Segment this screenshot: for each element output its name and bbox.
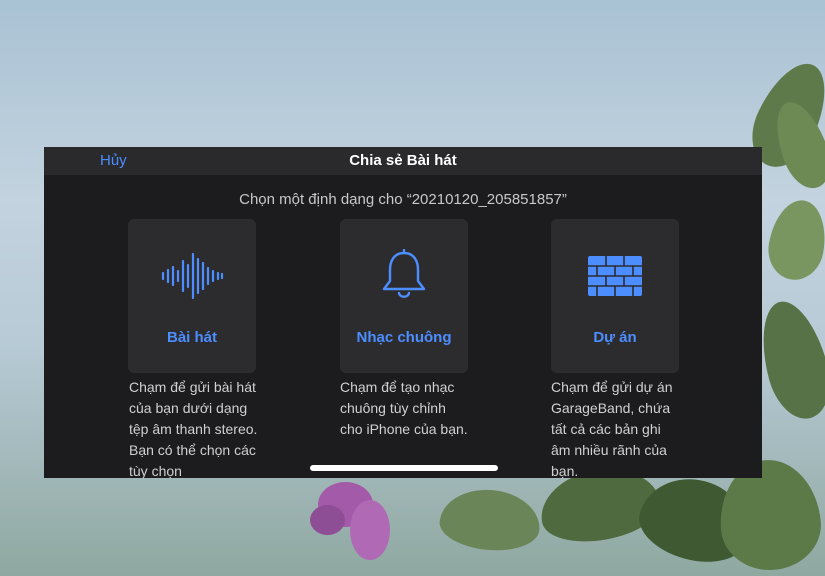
ringtone-option-label: Nhạc chuông xyxy=(356,329,452,346)
project-option-label: Dự án xyxy=(593,329,637,346)
project-option-card[interactable]: Dự án xyxy=(551,219,679,373)
brick-wall-icon xyxy=(551,249,679,303)
ringtone-option-card[interactable]: Nhạc chuông xyxy=(340,219,468,373)
share-song-sheet: Hủy Chia sẻ Bài hát Chọn một định dạng c… xyxy=(44,147,762,478)
song-option-card[interactable]: Bài hát xyxy=(128,219,256,373)
waveform-icon xyxy=(128,249,256,303)
navigation-bar: Hủy Chia sẻ Bài hát xyxy=(44,147,762,175)
song-option-description: Chạm để gửi bài hát của bạn dưới dạng tệ… xyxy=(129,379,258,478)
song-option-label: Bài hát xyxy=(166,329,217,346)
sheet-title: Chia sẻ Bài hát xyxy=(349,152,457,169)
format-prompt: Chọn một định dạng cho “20210120_2058518… xyxy=(239,191,567,208)
bell-icon xyxy=(340,249,468,303)
home-indicator[interactable] xyxy=(310,465,498,471)
ringtone-option-description: Chạm để tạo nhạc chuông tùy chỉnh cho iP… xyxy=(340,379,468,437)
project-option-description: Chạm để gửi dự án GarageBand, chứa tất c… xyxy=(551,379,673,478)
